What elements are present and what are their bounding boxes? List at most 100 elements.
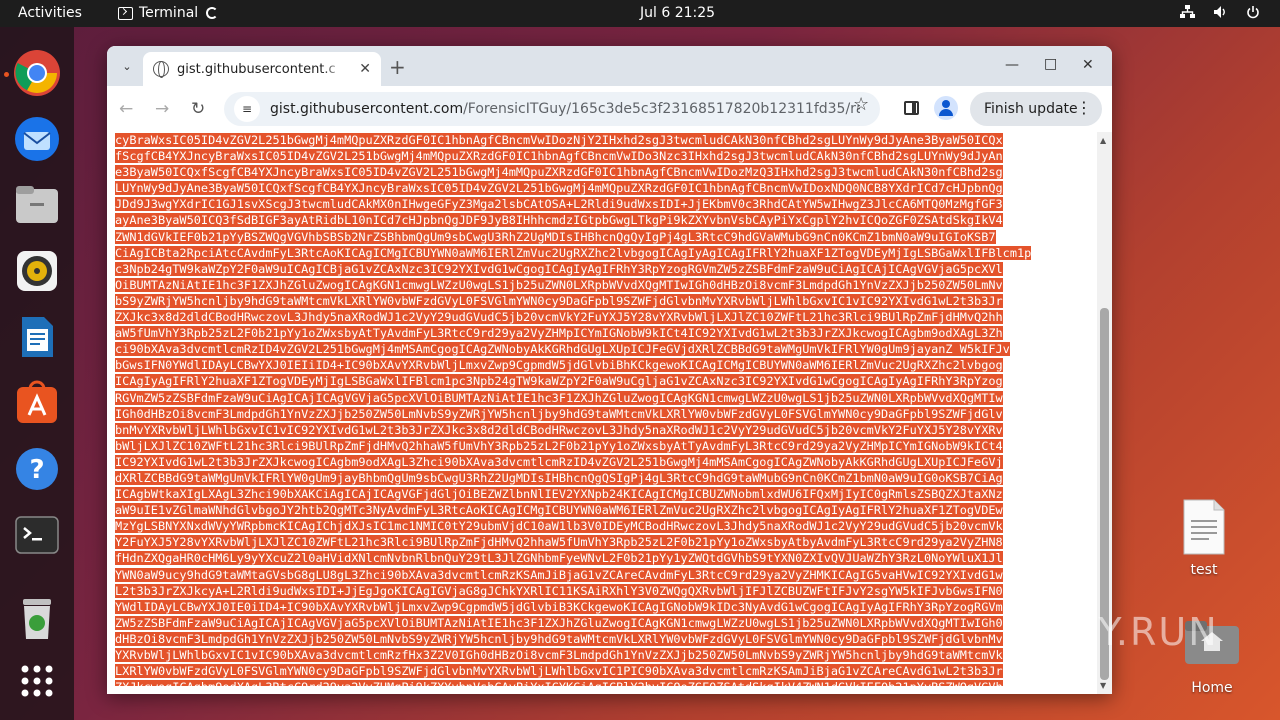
- text-line: IGh0dHBzOi8vcmF3LmdpdGh1YnVzZXJjb250ZW50…: [115, 406, 1095, 422]
- selected-text: MzYgLSBNYXNxdWVyYWRpbmcKICAgIChjdXJsIC1m…: [115, 519, 1003, 534]
- text-line: bGwsIFN0YWdlIDAyLCBwYXJ0IEIiID4+IC90bXAv…: [115, 357, 1095, 373]
- volume-icon[interactable]: [1213, 5, 1228, 23]
- rhythmbox-icon[interactable]: [13, 247, 61, 295]
- text-line: fHdnZXQgaHR0cHM6Ly9yYXcuZ2l0aHVidXNlcmNv…: [115, 550, 1095, 566]
- new-tab-icon[interactable]: +: [389, 55, 406, 79]
- desktop-file-test[interactable]: test: [1180, 498, 1228, 578]
- selected-text: aW5fUmVhY3Rpb25zL2F0b21pYy1oZWxsbyAtTyAv…: [115, 326, 1003, 341]
- terminal-icon: [118, 6, 133, 20]
- tab-title: gist.githubusercontent.c: [177, 61, 336, 77]
- watermark-logo: ANY.RUN: [1040, 610, 1219, 654]
- close-window-icon[interactable]: ✕: [1082, 57, 1094, 73]
- desktop-folder-label: Home: [1191, 680, 1233, 696]
- text-line: e3ByaW50ICQxfScgfCB4YXJncyBraWxsIC05ID4v…: [115, 164, 1095, 180]
- tab-search-icon[interactable]: ⌄: [119, 58, 135, 74]
- selected-text: L2t3b3JrZXJkcyA+L2Rldi9udWxsIDI+JjEgJgoK…: [115, 583, 1003, 598]
- selected-text: fScgfCB4YXJncyBraWxsIC05ID4vZGV2L251bGwg…: [115, 149, 1003, 164]
- close-tab-icon[interactable]: ✕: [359, 61, 371, 77]
- back-icon[interactable]: ←: [119, 99, 133, 119]
- selected-text: bS9yZWRjYW5hcnljby9hdG9taWMtcmVkLXRlYW0v…: [115, 293, 1003, 308]
- maximize-icon[interactable]: □: [1044, 56, 1057, 72]
- writer-icon[interactable]: [13, 313, 61, 361]
- trash-icon[interactable]: [13, 595, 61, 643]
- selected-text: c3Npb24gTW9kaWZpY2F0aW9uICAgICBjaG1vZCAx…: [115, 261, 1003, 276]
- thunderbird-icon[interactable]: [13, 115, 61, 163]
- activities-button[interactable]: Activities: [18, 5, 82, 21]
- selected-text: OiBUMTAzNiAtIE1hc3F1ZXJhZGluZwogICAgKGN1…: [115, 277, 1003, 292]
- selected-text: ZWN1dGVkIEF0b21pYyBSZWQgVGVhbSBSb2NrZSBh…: [115, 229, 996, 244]
- text-line: ICAgIyAgIFRlY2huaXF1ZTogVDEyMjIgLSBGaWxl…: [115, 373, 1095, 389]
- clock[interactable]: Jul 6 21:25: [640, 5, 715, 21]
- text-line: MzYgLSBNYXNxdWVyYWRpbmcKICAgIChjdXJsIC1m…: [115, 518, 1095, 534]
- selected-text: ICAgIyAgIFRlY2huaXF1ZTogVDEyMjIgLSBGaWxl…: [115, 374, 1003, 389]
- app-grid-icon[interactable]: [13, 657, 61, 705]
- text-line: aW5fUmVhY3Rpb25zL2F0b21pYy1oZWxsbyAtTyAv…: [115, 325, 1095, 341]
- tab-strip: ⌄ gist.githubusercontent.c ✕ + — □ ✕: [107, 46, 1112, 86]
- selected-text: LUYnWy9dJyAne3ByaW50ICQxfScgfCB4YXJncyBr…: [115, 181, 1003, 196]
- selected-text: LXRlYW0vbWFzdGVyL0FSVGlmYWN0cy9DaGFpbl9S…: [115, 664, 1003, 679]
- terminal-icon[interactable]: [13, 511, 61, 559]
- chrome-icon[interactable]: [13, 49, 61, 97]
- help-icon[interactable]: ?: [13, 445, 61, 493]
- text-line: cyBraWxsIC05ID4vZGV2L251bGwgMj4mMQpuZXRz…: [115, 132, 1095, 148]
- browser-window: ⌄ gist.githubusercontent.c ✕ + — □ ✕ ← →…: [107, 46, 1112, 694]
- minimize-icon[interactable]: —: [1005, 57, 1019, 73]
- selected-text: dHBzOi8vcmF3LmdpdGh1YnVzZXJjb250ZW50LmNv…: [115, 631, 1003, 646]
- text-line: L2t3b3JrZXJkcyA+L2Rldi9udWxsIDI+JjEgJgoK…: [115, 583, 1095, 599]
- scroll-up-icon[interactable]: ▲: [1100, 136, 1106, 145]
- text-line: IC92YXIvdG1wL2t3b3JrZXJkcwogICAgbm9odXAg…: [115, 454, 1095, 470]
- network-icon[interactable]: [1180, 5, 1195, 23]
- selected-text: CiAgICBta2RpciAtcCAvdmFyL3RtcAoKICAgICMg…: [115, 245, 1032, 260]
- text-line: ZXJkcwogICAgbm9odXAgL3RtcC9rd29ya2VyZHMg…: [115, 679, 1095, 686]
- profile-avatar[interactable]: [934, 96, 958, 120]
- side-panel-icon[interactable]: [904, 101, 919, 115]
- svg-text:?: ?: [29, 455, 44, 485]
- text-line: ZWN1dGVkIEF0b21pYyBSZWQgVGVhbSBSb2NrZSBh…: [115, 229, 1095, 245]
- text-line: RGVmZW5zZSBFdmFzaW9uCiAgICAjICAgVGVjaG5p…: [115, 390, 1095, 406]
- text-file-icon: [1183, 499, 1225, 555]
- selected-text: bGwsIFN0YWdlIDAyLCBwYXJ0IEIiID4+IC90bXAv…: [115, 358, 1003, 373]
- text-line: bnMvYXRvbWljLWhlbGxvIC1vIC92YXIvdG1wL2t3…: [115, 422, 1095, 438]
- selected-text: bnMvYXRvbWljLWhlbGxvIC1vIC92YXIvdG1wL2t3…: [115, 422, 1003, 437]
- text-line: YXRvbWljLWhlbGxvIC1vIC90bXAva3dvcmtlcmRz…: [115, 647, 1095, 663]
- url-text[interactable]: gist.githubusercontent.com/ForensicITGuy…: [270, 101, 860, 117]
- text-line: OiBUMTAzNiAtIE1hc3F1ZXJhZGluZwogICAgKGN1…: [115, 277, 1095, 293]
- text-line: dXRlZCBBdG9taWMgUmVkIFRlYW0gUm9jayBhbmQg…: [115, 470, 1095, 486]
- files-icon[interactable]: [13, 181, 61, 229]
- text-line: YWdlIDAyLCBwYXJ0IE0iID4+IC90bXAvYXRvbWlj…: [115, 599, 1095, 615]
- finish-update-button[interactable]: Finish update ⋮: [970, 92, 1102, 126]
- finish-update-label: Finish update: [984, 101, 1078, 117]
- desktop-file-label: test: [1190, 562, 1218, 578]
- selected-text: ICAgbWtkaXIgLXAgL3Zhci90bXAKCiAgICAjICAg…: [115, 487, 1003, 502]
- power-icon[interactable]: [1246, 5, 1260, 23]
- tab-active[interactable]: gist.githubusercontent.c ✕: [143, 52, 381, 86]
- text-line: LUYnWy9dJyAne3ByaW50ICQxfScgfCB4YXJncyBr…: [115, 180, 1095, 196]
- forward-icon[interactable]: →: [155, 99, 169, 119]
- raw-text[interactable]: cyBraWxsIC05ID4vZGV2L251bGwgMj4mMQpuZXRz…: [115, 132, 1095, 686]
- reload-icon[interactable]: ↻: [191, 99, 205, 119]
- running-indicator: [4, 72, 9, 77]
- system-tray[interactable]: [1180, 5, 1260, 23]
- text-line: ci90bXAva3dvcmtlcmRzID4vZGV2L251bGwgMj4m…: [115, 341, 1095, 357]
- selected-text: ZXJkc3x8d2dldCBodHRwczovL3Jhdy5naXRodWJ1…: [115, 310, 1003, 325]
- text-line: aW9uIE1vZGlmaWNhdGlvbgoJY2htb2QgMTc3NyAv…: [115, 502, 1095, 518]
- bookmark-star-icon[interactable]: ☆: [853, 94, 869, 115]
- scroll-down-icon[interactable]: ▼: [1100, 681, 1106, 690]
- site-info-icon[interactable]: ≡: [234, 96, 260, 122]
- address-bar[interactable]: ≡ gist.githubusercontent.com/ForensicITG…: [224, 92, 880, 126]
- selected-text: bWljLXJlZC10ZWFtL21hc3Rlci9BUlRpZmFjdHMv…: [115, 438, 1003, 453]
- text-line: Y2FuYXJ5Y28vYXRvbWljLXJlZC10ZWFtL21hc3Rl…: [115, 534, 1095, 550]
- selected-text: ZXJkcwogICAgbm9odXAgL3RtcC9rd29ya2VyZHMg…: [115, 680, 1003, 686]
- selected-text: YWdlIDAyLCBwYXJ0IE0iID4+IC90bXAvYXRvbWlj…: [115, 599, 1003, 614]
- selected-text: cyBraWxsIC05ID4vZGV2L251bGwgMj4mMQpuZXRz…: [115, 133, 1003, 147]
- selected-text: JDd9J3wgYXdrIC1GJ1svXScgJ3twcmludCAkMX0n…: [115, 197, 1003, 212]
- selected-text: Y2FuYXJ5Y28vYXRvbWljLXJlZC10ZWFtL21hc3Rl…: [115, 535, 1003, 550]
- app-menu[interactable]: Terminal: [118, 5, 219, 21]
- selected-text: aW9uIE1vZGlmaWNhdGlvbgoJY2htb2QgMTc3NyAv…: [115, 503, 1003, 518]
- more-menu-icon[interactable]: ⋮: [1076, 99, 1092, 117]
- text-line: bWljLXJlZC10ZWFtL21hc3Rlci9BUlRpZmFjdHMv…: [115, 438, 1095, 454]
- url-path: /ForensicITGuy/165c3de5c3f23168517820b12…: [463, 101, 860, 117]
- text-line: CiAgICBta2RpciAtcCAvdmFyL3RtcAoKICAgICMg…: [115, 245, 1095, 261]
- app-name: Terminal: [139, 5, 199, 21]
- app-center-icon[interactable]: [13, 379, 61, 427]
